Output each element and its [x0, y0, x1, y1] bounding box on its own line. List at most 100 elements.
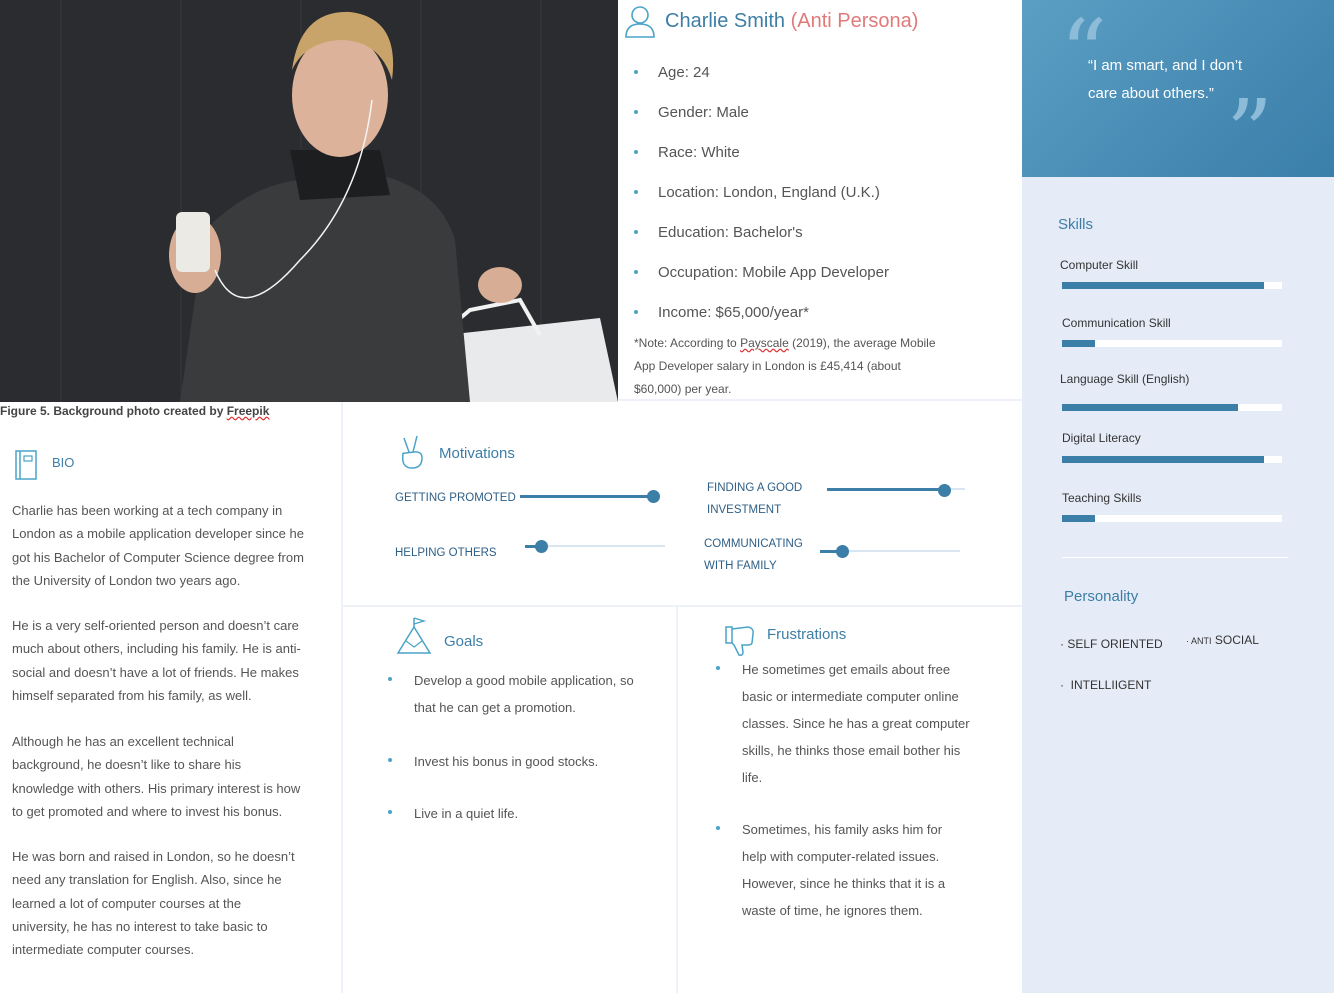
note-prefix: *Note: According to	[634, 336, 741, 350]
skill-bar	[1062, 515, 1282, 522]
quote-line1: “I am smart, and I don’t	[1088, 57, 1243, 74]
bio-line: London as a mobile application developer…	[12, 526, 304, 542]
caption-text: Figure 5. Background photo created by	[0, 404, 227, 418]
thumbs-down-icon	[725, 626, 754, 656]
divider	[676, 607, 678, 993]
frustration-item: Sometimes, his family asks him for help …	[716, 816, 996, 924]
motivation-label-line: HELPING OTHERS	[395, 547, 497, 559]
motivation-slider-knob	[937, 484, 951, 497]
skills-title: Skills	[1058, 216, 1094, 233]
frustration-line: Sometimes, his family asks him for	[742, 822, 943, 837]
skill-label: Teaching Skills	[1062, 491, 1142, 505]
background-photo	[0, 0, 618, 402]
bio-line: Although he has an excellent technical	[12, 734, 234, 749]
photo-caption: Figure 5. Background photo created by Fr…	[0, 404, 269, 418]
bio-line: Charlie has been working at a tech compa…	[12, 503, 283, 518]
bio-paragraph-1: Charlie has been working at a tech compa…	[12, 499, 326, 592]
frustrations-title: Frustrations	[767, 626, 847, 643]
motivation-label-line: INVESTMENT	[707, 504, 782, 516]
bio-paragraph-3: Although he has an excellent technical b…	[12, 730, 326, 823]
goal-item: Invest his bonus in good stocks.	[388, 748, 668, 775]
motivation-label-line: GETTING PROMOTED	[395, 492, 516, 504]
frustration-line: However, since he thinks that it is a	[742, 876, 946, 891]
bio-line: He is a very self-oriented person and do…	[12, 618, 299, 633]
goal-line: that he can get a promotion.	[414, 700, 576, 715]
trait-text: SOCIAL	[1214, 633, 1259, 647]
skill-bar-fill	[1062, 282, 1265, 289]
book-icon	[15, 450, 37, 480]
mountain-flag-icon	[396, 617, 432, 654]
frustration-line: waste of time, he ignores them.	[742, 903, 923, 918]
motivations-title: Motivations	[439, 445, 515, 462]
trait-text-small: ANTI	[1191, 636, 1212, 646]
bio-line: intermediate computer courses.	[12, 942, 195, 958]
frustration-line: He sometimes get emails about free	[742, 662, 951, 677]
quote-line2: care about others.”	[1088, 85, 1214, 102]
motivation-label: HELPING OTHERS	[395, 542, 497, 564]
goals-title: Goals	[444, 633, 484, 650]
goal-line: Invest his bonus in good stocks.	[414, 754, 599, 769]
frustration-line: skills, he thinks those email bother his	[742, 743, 961, 758]
persona-facts: Age: 24 Gender: Male Race: White Locatio…	[634, 58, 889, 338]
skill-bar-fill	[1062, 340, 1095, 347]
persona-name: Charlie Smith (Anti Persona)	[665, 10, 918, 33]
frustration-line: help with computer-related issues.	[742, 849, 940, 864]
caption-source: Freepik	[226, 404, 270, 418]
person-icon	[625, 6, 655, 38]
bio-line: need any translation for English. Also, …	[12, 872, 282, 888]
skill-bar-fill	[1062, 404, 1238, 411]
motivation-label: GETTING PROMOTED	[395, 487, 516, 509]
bio-paragraph-4: He was born and raised in London, so he …	[12, 845, 326, 961]
motivation-label-line: WITH FAMILY	[704, 560, 777, 572]
personality-title: Personality	[1064, 588, 1139, 605]
sidebar-divider	[1062, 557, 1288, 558]
bio-line: knowledge with others. His primary inter…	[12, 780, 301, 796]
goal-line: Live in a quiet life.	[414, 806, 519, 821]
persona-tag: (Anti Persona)	[790, 10, 919, 32]
frustration-line: life.	[742, 770, 763, 785]
fact-gender: Gender: Male	[634, 98, 889, 138]
goal-line: Develop a good mobile application, so	[414, 673, 634, 688]
divider	[343, 605, 1022, 607]
trait-text: INTELLIIGENT	[1070, 678, 1152, 692]
trait-anti-social: · ANTI SOCIAL	[1186, 633, 1259, 647]
note-source: Payscale	[740, 336, 789, 350]
persona-quote: “I am smart, and I don’t care about othe…	[1088, 52, 1278, 108]
motivation-slider-fill	[827, 487, 945, 491]
frustrations-list: He sometimes get emails about free basic…	[716, 656, 996, 924]
trait-text: SELF ORIENTED	[1067, 637, 1163, 651]
bio-line: social and doesn’t have a lot of friends…	[12, 664, 299, 680]
sidebar	[1022, 177, 1334, 993]
motivation-slider-fill	[520, 494, 653, 498]
skill-bar-fill	[1062, 456, 1265, 463]
trait-self-oriented: · SELF ORIENTED	[1060, 637, 1163, 651]
fact-occupation: Occupation: Mobile App Developer	[634, 258, 889, 298]
man-with-phone-illustration	[169, 11, 618, 402]
bio-line: the University of London two years ago.	[12, 572, 241, 588]
motivation-label-line: COMMUNICATING	[704, 538, 803, 550]
skill-bar	[1062, 456, 1282, 463]
motivation-label: FINDING A GOOD INVESTMENT	[707, 477, 802, 521]
frustration-line: basic or intermediate computer online	[742, 689, 959, 704]
bio-line: to get promoted and where to invest his …	[12, 803, 283, 819]
bio-line: got his Bachelor of Computer Science deg…	[12, 549, 304, 565]
skill-bar	[1062, 340, 1282, 347]
fact-race: Race: White	[634, 138, 889, 178]
persona-name-text: Charlie Smith	[665, 10, 786, 32]
motivation-slider-knob	[535, 540, 549, 553]
motivation-label: COMMUNICATING WITH FAMILY	[704, 533, 803, 577]
bio-line: He was born and raised in London, so he …	[12, 849, 295, 864]
note-line1: (2019), the average Mobile	[788, 336, 936, 350]
skill-label: Computer Skill	[1060, 258, 1139, 272]
bio-paragraph-2: He is a very self-oriented person and do…	[12, 614, 326, 707]
goal-item: Live in a quiet life.	[388, 800, 668, 827]
motivation-slider-knob	[646, 490, 660, 503]
trait-intelligent: · INTELLIIGENT	[1060, 678, 1152, 692]
skill-label: Communication Skill	[1062, 316, 1171, 330]
motivation-slider-knob	[835, 545, 849, 558]
bio-line: university, he has no interest to take b…	[12, 918, 268, 934]
salary-note: *Note: According to Payscale (2019), the…	[634, 332, 954, 401]
skill-label: Language Skill (English)	[1060, 372, 1190, 386]
fact-location: Location: London, England (U.K.)	[634, 178, 889, 218]
fact-age: Age: 24	[634, 58, 889, 98]
